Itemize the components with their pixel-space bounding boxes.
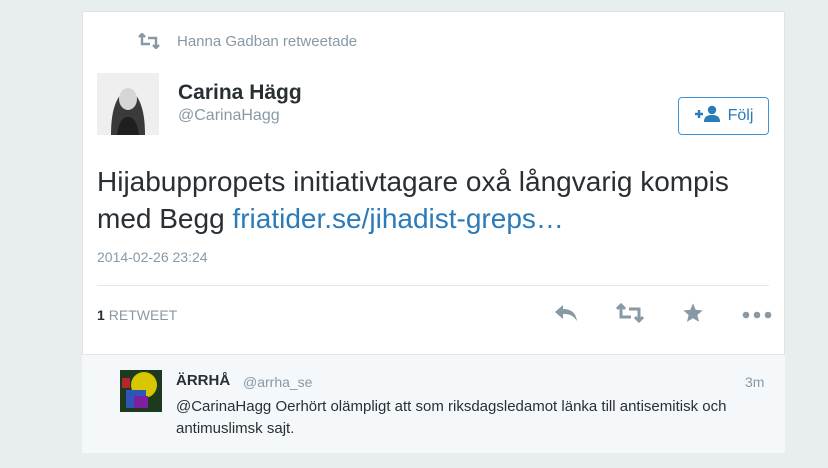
more-icon	[742, 306, 772, 324]
follow-user-icon	[694, 105, 722, 128]
tweet-text: Hijabuppropets initiativtagare oxå långv…	[97, 163, 767, 237]
retweet-count: 1	[97, 307, 105, 323]
tweet-stats[interactable]: 1 RETWEET	[97, 307, 177, 323]
follow-button[interactable]: Följ	[678, 97, 769, 135]
retweet-stat-label: RETWEET	[108, 307, 178, 323]
retweet-context-icon	[137, 33, 161, 49]
follow-label: Följ	[727, 107, 754, 124]
reply-button[interactable]	[552, 302, 580, 328]
retweet-context: Hanna Gadban retweetade	[137, 32, 357, 50]
favorite-button[interactable]	[681, 302, 705, 328]
tweet-link[interactable]: friatider.se/jihadist-greps…	[232, 203, 563, 234]
more-button[interactable]	[742, 302, 772, 328]
favorite-icon	[682, 302, 704, 329]
reply-time[interactable]: 3m	[745, 374, 764, 390]
reply-author-handle[interactable]: @arrha_se	[243, 374, 312, 390]
reply-author-name[interactable]: ÄRRHÅ	[176, 372, 230, 389]
tweet-timestamp[interactable]: 2014-02-26 23:24	[97, 249, 208, 265]
author-name[interactable]: Carina Hägg	[178, 81, 302, 105]
reply-text: @CarinaHagg Oerhört olämpligt att som ri…	[176, 398, 727, 437]
retweet-button[interactable]	[614, 302, 646, 328]
retweet-icon	[615, 302, 645, 328]
reply-avatar[interactable]	[120, 370, 162, 412]
reply-icon	[553, 303, 579, 328]
retweeted-by-text[interactable]: Hanna Gadban retweetade	[177, 33, 357, 50]
author-avatar[interactable]	[97, 73, 159, 135]
divider	[97, 285, 769, 286]
author-handle[interactable]: @CarinaHagg	[178, 107, 280, 125]
